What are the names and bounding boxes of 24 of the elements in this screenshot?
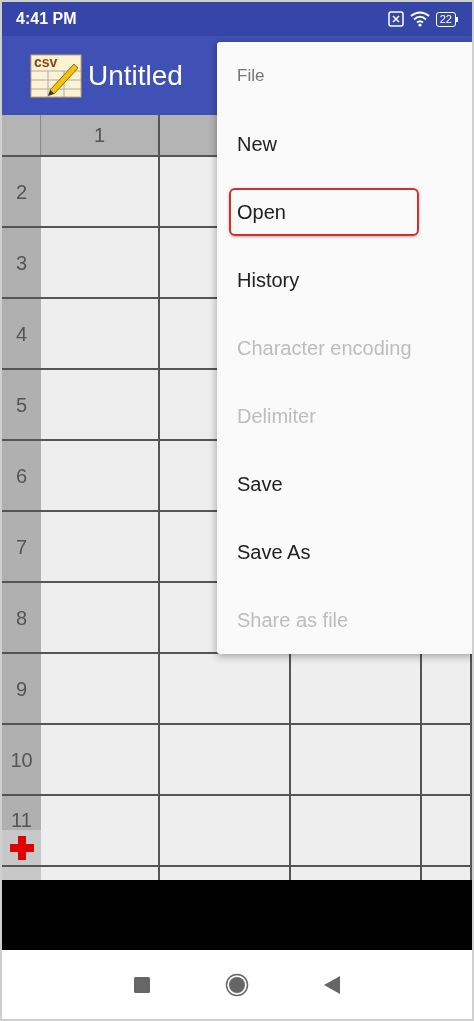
row-header[interactable]: 7 [2, 512, 41, 581]
row-header[interactable]: 5 [2, 370, 41, 439]
menu-item: Character encoding [236, 336, 413, 361]
menu-item[interactable]: Save [229, 467, 291, 501]
app-title: Untitled [88, 58, 183, 93]
row-header[interactable]: 8 [2, 583, 41, 652]
status-time: 4:41 PM [16, 9, 77, 29]
menu-item[interactable]: New [229, 127, 285, 161]
menu-item[interactable]: History [229, 263, 308, 297]
row-header[interactable]: 10 [2, 725, 41, 794]
row-header[interactable]: 9 [2, 654, 41, 723]
column-header[interactable]: 1 [41, 115, 160, 155]
menu-item[interactable]: Open [229, 188, 419, 236]
app-logo[interactable]: csv [30, 53, 82, 98]
menu-header: File [237, 65, 265, 88]
row-header[interactable]: 6 [2, 441, 41, 510]
battery-icon: 22 [435, 11, 458, 27]
row-header[interactable]: 2 [2, 157, 41, 226]
row-header[interactable]: 11 [2, 796, 41, 831]
row-header[interactable]: 4 [2, 299, 41, 368]
menu-item: Delimiter [236, 404, 317, 429]
menu-item: Share as file [236, 608, 350, 633]
menu-item[interactable]: Save As [229, 535, 319, 569]
row-header[interactable]: 3 [2, 228, 41, 297]
